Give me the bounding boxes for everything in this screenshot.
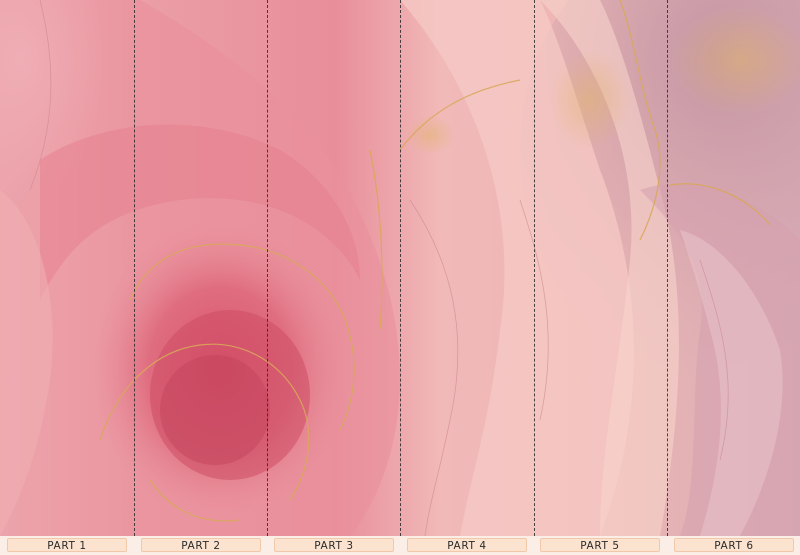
mural-canvas: PART 1 PART 2 PART 3 PART 4 PART 5 PART …: [0, 0, 800, 555]
part-label-6: PART 6: [674, 538, 794, 552]
part-divider-1: [134, 0, 135, 536]
part-divider-5: [667, 0, 668, 536]
part-label-5: PART 5: [540, 538, 660, 552]
part-divider-3: [400, 0, 401, 536]
part-label-1: PART 1: [7, 538, 127, 552]
part-labels-bar: PART 1 PART 2 PART 3 PART 4 PART 5 PART …: [0, 536, 800, 555]
part-label-2: PART 2: [141, 538, 261, 552]
part-divider-4: [534, 0, 535, 536]
part-divider-2: [267, 0, 268, 536]
part-label-4: PART 4: [407, 538, 527, 552]
part-label-3: PART 3: [274, 538, 394, 552]
